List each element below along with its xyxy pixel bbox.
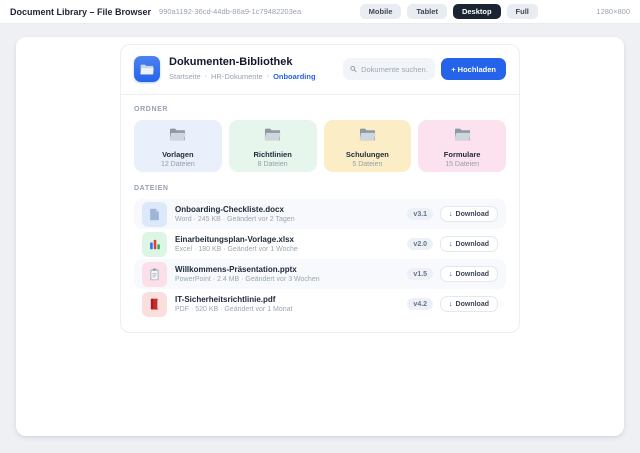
device-button-mobile[interactable]: Mobile	[360, 4, 402, 19]
page-title: Document Library – File Browser	[10, 7, 151, 17]
folder-name: Formulare	[418, 150, 506, 159]
file-row-it-sicherheitsrichtlinie[interactable]: IT-Sicherheitsrichtlinie.pdf PDF · 520 K…	[134, 289, 506, 319]
search-box[interactable]	[343, 58, 435, 80]
search-icon	[350, 65, 357, 73]
folders-section-label: ORDNER	[134, 106, 506, 113]
file-actions: v3.1 ↓ Download	[407, 206, 498, 222]
file-type-badge	[142, 202, 167, 227]
folder-grid: Vorlagen 12 Dateien Richtlinien 8 Dateie…	[134, 120, 506, 172]
folder-card-vorlagen[interactable]: Vorlagen 12 Dateien	[134, 120, 222, 172]
library-body: ORDNER Vorlagen 12 Dateien Richtlinien	[121, 95, 519, 332]
device-button-desktop[interactable]: Desktop	[453, 4, 501, 19]
file-info: IT-Sicherheitsrichtlinie.pdf PDF · 520 K…	[175, 295, 293, 313]
folder-card-richtlinien[interactable]: Richtlinien 8 Dateien	[229, 120, 317, 172]
folder-icon	[140, 64, 154, 75]
file-info: Einarbeitungsplan-Vorlage.xlsx Excel · 1…	[175, 235, 298, 253]
file-meta: Excel · 180 KB · Geändert vor 1 Woche	[175, 246, 298, 253]
folder-count: 12 Dateien	[134, 161, 222, 168]
file-name: IT-Sicherheitsrichtlinie.pdf	[175, 295, 293, 305]
file-row-willkommens-praesentation[interactable]: Willkommens-Präsentation.pptx PowerPoint…	[134, 259, 506, 289]
download-icon: ↓	[449, 211, 453, 218]
download-button[interactable]: ↓ Download	[440, 296, 498, 312]
file-meta: Word · 245 KB · Geändert vor 2 Tagen	[175, 216, 295, 223]
download-button[interactable]: ↓ Download	[440, 266, 498, 282]
device-toggle-group: Mobile Tablet Desktop Full	[360, 4, 538, 19]
folder-name: Richtlinien	[229, 150, 317, 159]
file-type-badge	[142, 262, 167, 287]
viewport-resolution: 1280×800	[596, 7, 630, 16]
bar-chart-icon	[149, 238, 161, 250]
header-actions: + Hochladen	[343, 56, 506, 80]
file-actions: v2.0 ↓ Download	[407, 236, 498, 252]
breadcrumb-item-current: Onboarding	[273, 72, 316, 81]
device-button-tablet[interactable]: Tablet	[407, 4, 447, 19]
folder-icon	[264, 128, 281, 141]
download-label: Download	[456, 301, 489, 308]
folder-icon	[454, 128, 471, 141]
file-row-einarbeitungsplan[interactable]: Einarbeitungsplan-Vorlage.xlsx Excel · 1…	[134, 229, 506, 259]
folder-icon	[169, 128, 186, 141]
download-button[interactable]: ↓ Download	[440, 236, 498, 252]
download-label: Download	[456, 241, 489, 248]
file-info: Onboarding-Checkliste.docx Word · 245 KB…	[175, 205, 295, 223]
folder-name: Schulungen	[324, 150, 412, 159]
download-button[interactable]: ↓ Download	[440, 206, 498, 222]
folder-name: Vorlagen	[134, 150, 222, 159]
folder-icon	[359, 128, 376, 141]
title-breadcrumb-block: Dokumenten-Bibliothek Startseite › HR-Do…	[169, 56, 316, 81]
version-badge: v4.2	[407, 298, 433, 310]
document-library-panel: Dokumenten-Bibliothek Startseite › HR-Do…	[120, 44, 520, 333]
version-badge: v2.0	[407, 238, 433, 250]
preview-canvas: Dokumenten-Bibliothek Startseite › HR-Do…	[16, 37, 624, 436]
book-icon	[149, 298, 160, 311]
library-title: Dokumenten-Bibliothek	[169, 56, 316, 69]
file-type-badge	[142, 292, 167, 317]
files-section: DATEIEN Onboarding-Checkliste.docx Word …	[134, 185, 506, 319]
file-info: Willkommens-Präsentation.pptx PowerPoint…	[175, 265, 320, 283]
breadcrumb: Startseite › HR-Dokumente › Onboarding	[169, 72, 316, 81]
files-section-label: DATEIEN	[134, 185, 506, 192]
file-meta: PowerPoint · 2.4 MB · Geändert vor 3 Woc…	[175, 276, 320, 283]
clipboard-icon	[149, 268, 160, 281]
folder-count: 8 Dateien	[229, 161, 317, 168]
download-icon: ↓	[449, 301, 453, 308]
upload-button[interactable]: + Hochladen	[441, 58, 506, 80]
file-row-onboarding-checkliste[interactable]: Onboarding-Checkliste.docx Word · 245 KB…	[134, 199, 506, 229]
folder-count: 5 Dateien	[324, 161, 412, 168]
library-header: Dokumenten-Bibliothek Startseite › HR-Do…	[121, 45, 519, 95]
breadcrumb-separator: ›	[205, 73, 207, 80]
document-icon	[149, 208, 160, 221]
file-name: Einarbeitungsplan-Vorlage.xlsx	[175, 235, 298, 245]
file-meta: PDF · 520 KB · Geändert vor 1 Monat	[175, 306, 293, 313]
breadcrumb-separator: ›	[267, 73, 269, 80]
download-icon: ↓	[449, 241, 453, 248]
download-icon: ↓	[449, 271, 453, 278]
file-name: Willkommens-Präsentation.pptx	[175, 265, 320, 275]
download-label: Download	[456, 211, 489, 218]
file-name: Onboarding-Checkliste.docx	[175, 205, 295, 215]
version-badge: v3.1	[407, 208, 433, 220]
session-id: 990a1192-36cd-44db-86a9-1c79482203ea	[159, 7, 301, 16]
file-actions: v1.5 ↓ Download	[407, 266, 498, 282]
download-label: Download	[456, 271, 489, 278]
folder-card-formulare[interactable]: Formulare 15 Dateien	[418, 120, 506, 172]
breadcrumb-item-startseite[interactable]: Startseite	[169, 72, 201, 81]
file-actions: v4.2 ↓ Download	[407, 296, 498, 312]
file-type-badge	[142, 232, 167, 257]
library-folder-icon	[134, 56, 160, 82]
preview-toolbar: Document Library – File Browser 990a1192…	[0, 0, 640, 24]
breadcrumb-item-hr-dokumente[interactable]: HR-Dokumente	[211, 72, 263, 81]
device-button-full[interactable]: Full	[507, 4, 538, 19]
folder-card-schulungen[interactable]: Schulungen 5 Dateien	[324, 120, 412, 172]
folder-count: 15 Dateien	[418, 161, 506, 168]
version-badge: v1.5	[407, 268, 433, 280]
search-input[interactable]	[361, 65, 428, 74]
